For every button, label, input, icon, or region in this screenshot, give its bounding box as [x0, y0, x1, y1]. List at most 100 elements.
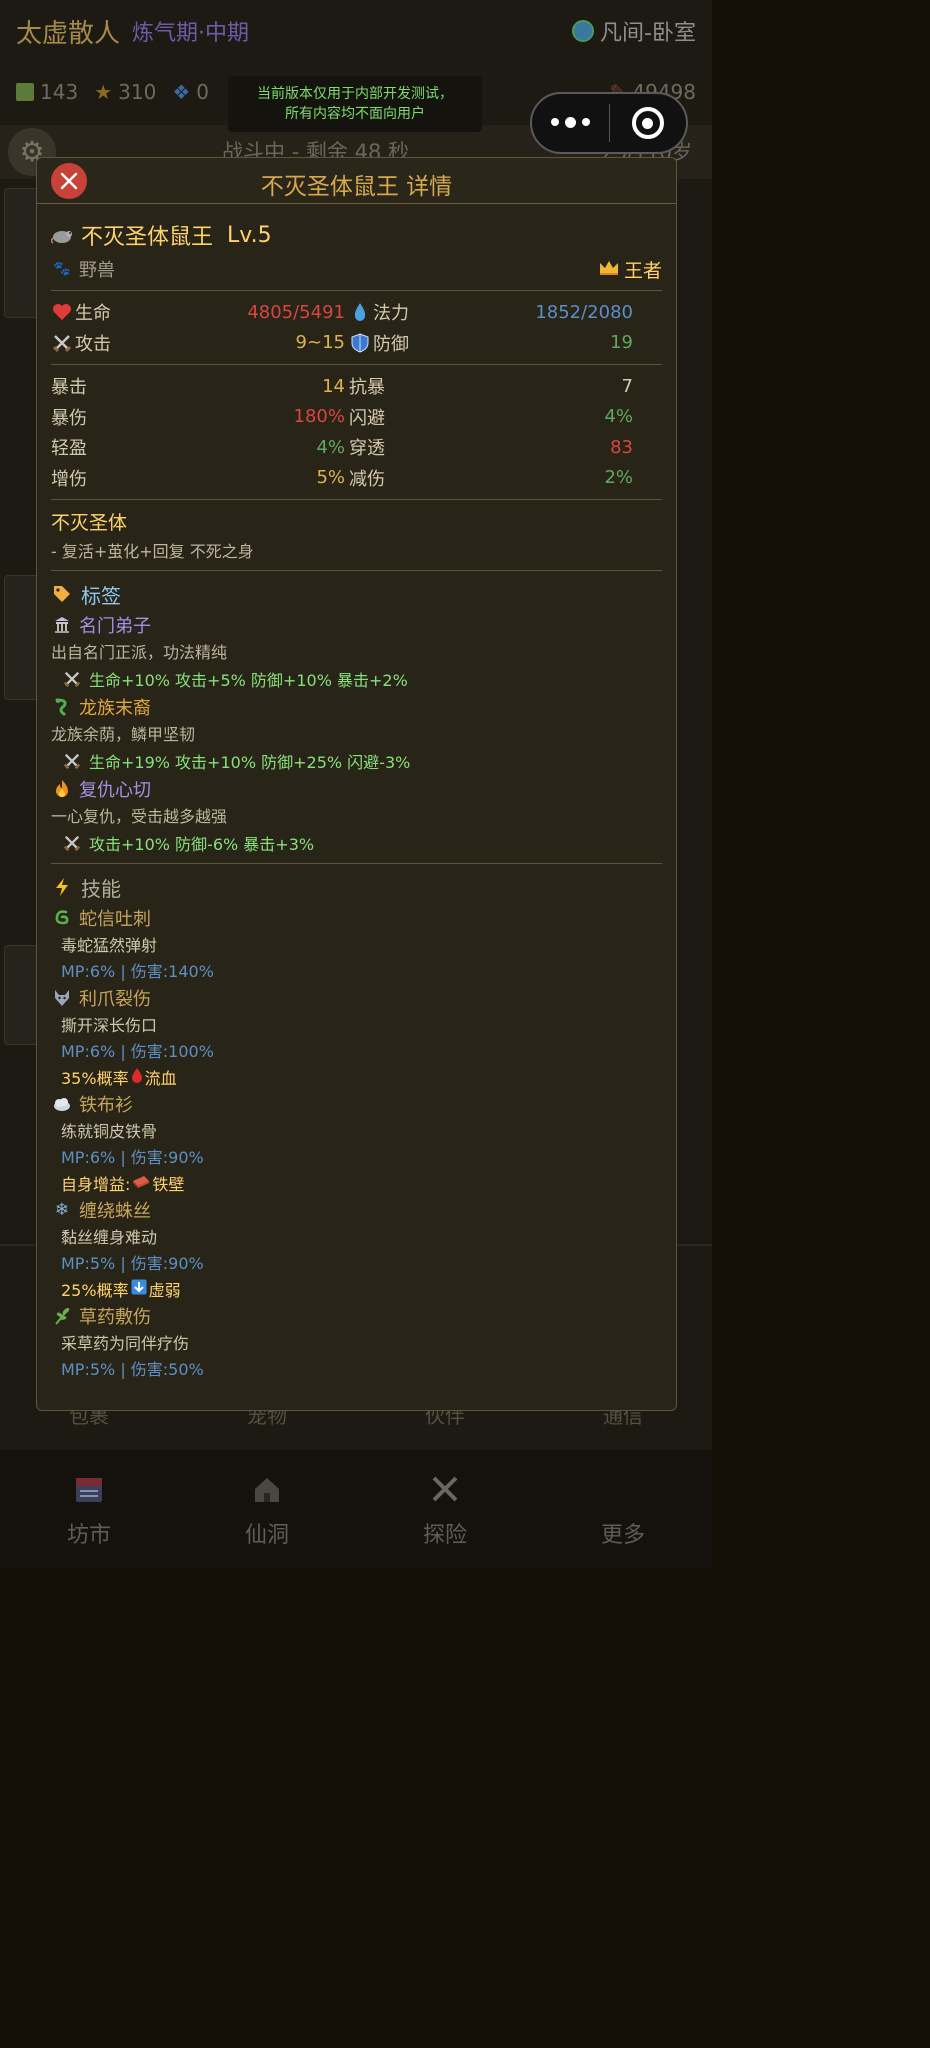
- stat-label: 增伤: [51, 468, 87, 490]
- tag-bonus: 攻击+10% 防御-6% 暴击+3%: [61, 829, 662, 857]
- tag-bonus-text: 攻击+10% 防御-6% 暴击+3%: [89, 835, 315, 854]
- dot: [581, 118, 590, 126]
- brick-icon: [132, 1174, 150, 1193]
- stat-crit-damage: 暴伤 180%: [51, 402, 349, 433]
- crossed-swords-icon: [61, 668, 83, 690]
- tag-name: 名门弟子: [79, 616, 151, 637]
- skill-name: 草药敷伤: [79, 1307, 151, 1328]
- player-name: 太虚散人: [16, 18, 121, 49]
- player-realm: 炼气期·中期: [132, 21, 250, 46]
- stat-penetration: 穿透 83: [349, 432, 637, 463]
- tags-header-label: 标签: [81, 583, 121, 608]
- close-miniprogram-button[interactable]: [610, 107, 687, 139]
- stat-label: 生命: [75, 303, 111, 325]
- skill-cost: MP:6% | 伤害:140%: [61, 962, 214, 981]
- stat-dodge: 闪避 4%: [349, 402, 637, 433]
- dot: [550, 118, 559, 126]
- stat-value: 19: [610, 332, 633, 354]
- nav-market[interactable]: 坊市: [29, 1469, 149, 1549]
- more-options-button[interactable]: [532, 117, 609, 128]
- calendar-icon: [69, 1469, 109, 1509]
- stat-label: 轻盈: [51, 438, 87, 460]
- skill-cost: MP:6% | 伤害:90%: [61, 1148, 204, 1167]
- stat-crit-resist: 抗暴 7: [349, 371, 637, 402]
- star-icon: ★: [94, 80, 113, 104]
- stat-label-wrap: 防御: [349, 330, 409, 356]
- stat-label: 暴伤: [51, 407, 87, 429]
- nav-label: 坊市: [66, 1523, 111, 1548]
- resource-star: ★ 310: [94, 80, 156, 104]
- tag-icon: [51, 583, 73, 605]
- notice-line-1: 当前版本仅用于内部开发测试，: [257, 86, 453, 102]
- skill-cost: MP:5% | 伤害:90%: [61, 1254, 204, 1273]
- ring-dot: [642, 117, 654, 129]
- herb-icon: [51, 1305, 73, 1327]
- divider: [51, 290, 662, 291]
- skill-name: 利爪裂伤: [79, 989, 151, 1010]
- crossed-swords-icon: [61, 750, 83, 772]
- stat-value: 83: [610, 436, 633, 458]
- skills-header: 技能: [51, 870, 662, 904]
- tag-bonus: 生命+19% 攻击+10% 防御+25% 闪避-3%: [61, 747, 662, 775]
- modal-header: 不灭圣体鼠王 详情: [37, 158, 676, 204]
- skill-item: 利爪裂伤 撕开深长伤口 MP:6% | 伤害:100% 35%概率 流血: [51, 984, 662, 1090]
- snake-icon: [51, 907, 73, 929]
- temple-icon: [51, 614, 73, 636]
- stat-label: 穿透: [349, 438, 385, 460]
- divider: [51, 570, 662, 571]
- tag-name: 复仇心切: [79, 780, 151, 801]
- stat-value: 7: [621, 375, 633, 397]
- stat-value: 4%: [604, 406, 633, 428]
- skill-cost: MP:6% | 伤害:100%: [61, 1042, 214, 1061]
- resource-cash: 143: [16, 80, 78, 104]
- divider: [51, 499, 662, 500]
- water-drop-icon: [349, 301, 371, 323]
- globe-icon: [572, 20, 595, 42]
- house-icon: [247, 1469, 287, 1509]
- resource-diamond: ❖ 0: [172, 80, 209, 104]
- nav-explore[interactable]: 探险: [385, 1469, 505, 1549]
- monster-detail-modal: 不灭圣体鼠王 详情 不灭圣体鼠王 Lv.5 🐾 野兽 王者 生命 4805/54…: [36, 157, 677, 1411]
- nav-more[interactable]: 更多: [563, 1469, 683, 1549]
- stat-label: 闪避: [349, 407, 385, 429]
- tag-name-row: 名门弟子: [51, 611, 662, 639]
- resource-value: 310: [118, 80, 157, 104]
- notice-line-2: 所有内容均不面向用户: [285, 106, 425, 122]
- stat-label: 暴击: [51, 377, 87, 399]
- stat-label: 减伤: [349, 468, 385, 490]
- skill-name: 铁布衫: [79, 1095, 133, 1116]
- miniprogram-capsule: [530, 92, 688, 154]
- nav-cave[interactable]: 仙洞: [207, 1469, 327, 1549]
- location-button[interactable]: 凡间-卧室: [572, 15, 696, 47]
- skill-desc: 毒蛇猛然弹射: [61, 936, 158, 955]
- stat-crit: 暴击 14: [51, 371, 349, 402]
- location-label: 凡间-卧室: [600, 21, 696, 46]
- divider: [51, 863, 662, 864]
- skill-item: ❄ 缠绕蛛丝 黏丝缠身难动 MP:5% | 伤害:90% 25%概率 虚弱: [51, 1196, 662, 1302]
- stat-value: 5%: [316, 467, 345, 489]
- skill-extra-effect: 流血: [144, 1069, 177, 1088]
- modal-body: 不灭圣体鼠王 Lv.5 🐾 野兽 王者 生命 4805/5491 法力 1852…: [37, 218, 676, 1382]
- stat-label: 抗暴: [349, 377, 385, 399]
- skill-desc: 撕开深长伤口: [61, 1016, 158, 1035]
- skill-extra-effect: 铁壁: [152, 1175, 185, 1194]
- test-notice: 当前版本仅用于内部开发测试， 所有内容均不面向用户: [228, 76, 482, 132]
- stat-mp: 法力 1852/2080: [349, 297, 637, 328]
- tag-item: 名门弟子 出自名门正派，功法精纯 生命+10% 攻击+5% 防御+10% 暴击+…: [51, 611, 662, 693]
- diamond-cluster-icon: ❖: [172, 80, 191, 104]
- rank-label: 王者: [623, 259, 662, 282]
- tag-desc: 一心复仇，受击越多越强: [51, 807, 228, 826]
- skill-extra: 自身增益: 铁壁: [61, 1170, 662, 1196]
- skill-extra: 35%概率 流血: [61, 1064, 662, 1090]
- stat-attack: 攻击 9~15: [51, 328, 349, 359]
- nav-label: 仙洞: [244, 1523, 289, 1548]
- tag-bonus-text: 生命+19% 攻击+10% 防御+25% 闪避-3%: [89, 753, 411, 772]
- skill-extra-effect: 虚弱: [148, 1281, 181, 1300]
- resource-value: 143: [40, 80, 79, 104]
- crossed-swords-icon: [51, 332, 73, 354]
- skill-name-row: 利爪裂伤: [51, 984, 662, 1012]
- down-arrow-icon: [131, 1279, 147, 1299]
- crossed-swords-icon: [61, 832, 83, 854]
- skill-item: 蛇信吐刺 毒蛇猛然弹射 MP:6% | 伤害:140%: [51, 904, 662, 984]
- rank-badge: 王者: [598, 256, 662, 283]
